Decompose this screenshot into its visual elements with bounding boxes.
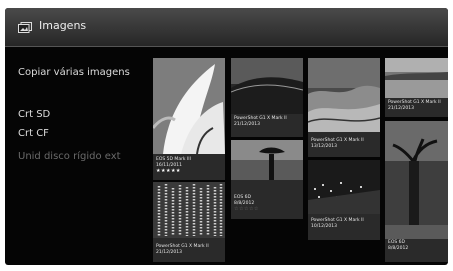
thumbnail-date: 10/12/2013 bbox=[311, 224, 337, 229]
thumbnail-image bbox=[153, 58, 225, 154]
thumbnail-tile[interactable]: EOS 5D Mark III 16/11/2011 ★★★★★ bbox=[153, 58, 225, 180]
thumbnail-tile[interactable]: PowerShot G1 X Mark II 10/12/2013 bbox=[308, 160, 380, 240]
thumbnail-image bbox=[385, 58, 448, 98]
card-sd-item[interactable]: Crt SD bbox=[18, 109, 50, 120]
thumbnail-tile[interactable]: PowerShot G1 X Mark II 21/12/2013 bbox=[231, 58, 303, 137]
thumbnail-tile[interactable]: EOS 6D 8/8/2012 ☆☆☆☆☆ bbox=[231, 140, 303, 219]
thumbnail-image bbox=[308, 160, 380, 214]
thumbnail-tile[interactable]: EOS 6D 8/8/2012 bbox=[385, 121, 448, 262]
header-bar: Imagens bbox=[5, 8, 448, 47]
thumbnail-camera: EOS 5D Mark III bbox=[156, 157, 191, 162]
thumbnail-camera: PowerShot G1 X Mark II bbox=[234, 116, 287, 121]
card-cf-item[interactable]: Crt CF bbox=[18, 128, 49, 139]
thumbnail-tile[interactable]: PowerShot G1 X Mark II 21/12/2013 bbox=[153, 182, 225, 262]
thumbnail-date: 13/12/2013 bbox=[311, 144, 337, 149]
thumbnail-camera: EOS 6D bbox=[234, 195, 252, 200]
thumbnail-date: 21/12/2013 bbox=[234, 122, 260, 127]
page-title: Imagens bbox=[39, 19, 87, 32]
thumbnail-camera: PowerShot G1 X Mark II bbox=[311, 138, 364, 143]
thumbnail-date: 8/8/2012 bbox=[388, 246, 409, 251]
thumbnail-camera: EOS 6D bbox=[388, 240, 406, 245]
external-hdd-item: Unid disco rígido ext bbox=[18, 151, 121, 162]
thumbnail-tile[interactable]: PowerShot G1 X Mark II 13/12/2013 bbox=[308, 58, 380, 157]
copy-multiple-images-item[interactable]: Copiar várias imagens bbox=[18, 67, 130, 78]
rating-stars: ★★★★★ bbox=[156, 168, 181, 174]
rating-stars: ☆☆☆☆☆ bbox=[234, 206, 259, 212]
thumbnail-date: 21/12/2013 bbox=[388, 106, 414, 111]
thumbnail-camera: PowerShot G1 X Mark II bbox=[388, 100, 441, 105]
thumbnail-image bbox=[308, 58, 380, 132]
thumbnail-image bbox=[231, 140, 303, 188]
thumbnail-image bbox=[153, 182, 225, 238]
pictures-icon bbox=[18, 22, 32, 33]
screen: Imagens Copiar várias imagens Crt SD Crt… bbox=[5, 8, 448, 265]
thumbnail-camera: PowerShot G1 X Mark II bbox=[311, 218, 364, 223]
thumbnail-camera: PowerShot G1 X Mark II bbox=[156, 244, 209, 249]
thumbnail-image bbox=[385, 121, 448, 239]
thumbnail-tile[interactable]: PowerShot G1 X Mark II 21/12/2013 bbox=[385, 58, 448, 117]
thumbnail-image bbox=[231, 58, 303, 114]
thumbnail-date: 21/12/2013 bbox=[156, 250, 182, 255]
